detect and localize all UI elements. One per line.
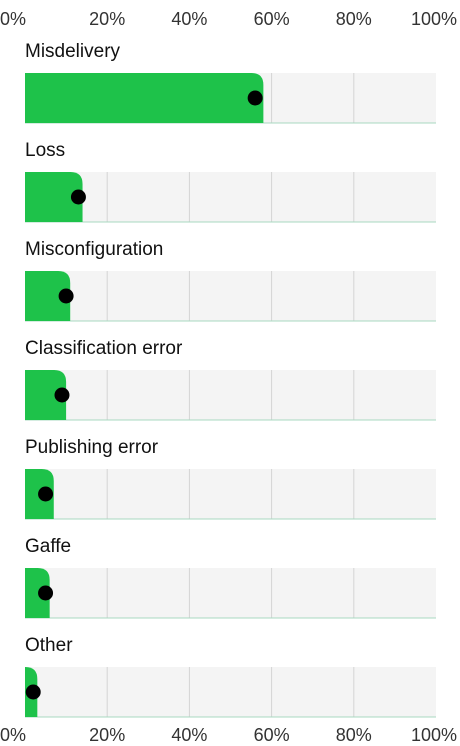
- category-label: Misconfiguration: [25, 239, 163, 260]
- x-tick-label-top: 80%: [336, 9, 372, 29]
- category-label: Classification error: [25, 338, 183, 359]
- x-tick-label-bottom: 100%: [411, 725, 457, 745]
- x-tick-label-top: 0%: [0, 9, 26, 29]
- x-tick-label-bottom: 40%: [171, 725, 207, 745]
- dot-marker: [38, 486, 54, 502]
- x-tick-label-bottom: 20%: [89, 725, 125, 745]
- bar-track: [25, 667, 436, 717]
- chart: 0% 0% 20% 20% 40% 40% 60% 60% 80% 80% 100% 100% Misd…: [0, 9, 457, 745]
- category-label: Misdelivery: [25, 41, 121, 62]
- x-tick-label-bottom: 0%: [0, 725, 26, 745]
- dot-marker: [247, 90, 263, 106]
- bar-track: [25, 370, 436, 420]
- x-tick-label-bottom: 60%: [254, 725, 290, 745]
- bar-track: [25, 568, 436, 618]
- x-tick-label-top: 20%: [89, 9, 125, 29]
- dot-marker: [38, 585, 54, 601]
- bar-track: [25, 271, 436, 321]
- x-tick-label-bottom: 80%: [336, 725, 372, 745]
- category-row: Gaffe: [25, 536, 436, 619]
- x-tick-label-top: 60%: [254, 9, 290, 29]
- bar-track: [25, 469, 436, 519]
- category-row: Loss: [25, 140, 436, 223]
- x-tick-label-top: 100%: [411, 9, 457, 29]
- dot-marker: [58, 288, 74, 304]
- category-row: Misconfiguration: [25, 239, 436, 322]
- category-row: Other: [25, 635, 436, 718]
- bar-track: [25, 172, 436, 222]
- category-label: Loss: [25, 140, 65, 161]
- dot-marker: [25, 684, 41, 700]
- category-label: Publishing error: [25, 437, 159, 458]
- category-row: Classification error: [25, 338, 436, 421]
- category-label: Gaffe: [25, 536, 71, 557]
- dot-marker: [70, 189, 86, 205]
- x-tick-label-top: 40%: [171, 9, 207, 29]
- category-label: Other: [25, 635, 73, 656]
- dot-marker: [54, 387, 70, 403]
- bar: [25, 73, 264, 123]
- category-row: Misdelivery: [25, 41, 436, 124]
- category-row: Publishing error: [25, 437, 436, 520]
